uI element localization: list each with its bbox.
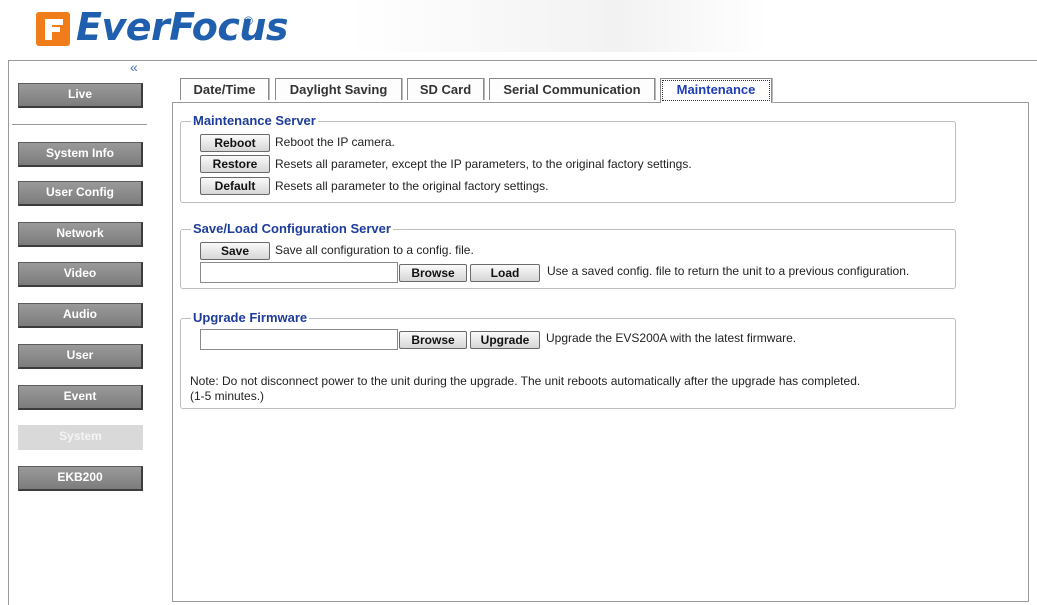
sidebar-item-user[interactable]: User <box>18 344 143 369</box>
default-description: Resets all parameter to the original fac… <box>275 179 549 193</box>
sidebar-item-network[interactable]: Network <box>18 222 143 247</box>
sidebar-item-ekb200[interactable]: EKB200 <box>18 466 143 491</box>
upgrade-description: Upgrade the EVS200A with the latest firm… <box>546 331 797 345</box>
load-config-button[interactable]: Load <box>470 264 540 282</box>
save-config-description: Save all configuration to a config. file… <box>275 243 474 257</box>
sidebar-item-event[interactable]: Event <box>18 385 143 410</box>
save-config-button[interactable]: Save <box>200 242 270 260</box>
frame-left-line <box>8 60 9 605</box>
sidebar-item-system[interactable]: System <box>18 425 143 450</box>
reboot-description: Reboot the IP camera. <box>275 135 395 149</box>
brand-name: EverFocus <box>76 5 289 49</box>
sidebar-divider <box>12 124 147 126</box>
upgrade-button[interactable]: Upgrade <box>470 331 540 349</box>
sidebar-item-system-info[interactable]: System Info <box>18 142 143 167</box>
upgrade-note-line2: (1-5 minutes.) <box>190 389 265 403</box>
config-browse-button[interactable]: Browse <box>399 264 467 282</box>
collapse-sidebar-icon[interactable]: « <box>130 60 144 74</box>
config-server-title: Save/Load Configuration Server <box>191 221 393 237</box>
tab-date-time[interactable]: Date/Time <box>180 78 269 100</box>
config-file-input[interactable] <box>200 262 398 283</box>
everfocus-logo-icon <box>36 12 70 46</box>
sidebar-item-video[interactable]: Video <box>18 262 143 287</box>
sidebar-item-audio[interactable]: Audio <box>18 303 143 328</box>
registered-mark: ® <box>244 14 253 28</box>
firmware-browse-button[interactable]: Browse <box>399 331 467 349</box>
sidebar-item-live[interactable]: Live <box>18 83 143 108</box>
restore-description: Resets all parameter, except the IP para… <box>275 157 692 171</box>
header-banner: EverFocus ® <box>8 0 768 52</box>
sidebar-item-user-config[interactable]: User Config <box>18 181 143 206</box>
tab-maintenance[interactable]: Maintenance <box>660 78 772 103</box>
tab-serial-communication[interactable]: Serial Communication <box>489 78 655 100</box>
reboot-button[interactable]: Reboot <box>200 134 270 152</box>
upgrade-firmware-title: Upgrade Firmware <box>191 310 310 326</box>
firmware-file-input[interactable] <box>200 329 398 350</box>
maintenance-server-title: Maintenance Server <box>191 113 318 129</box>
restore-button[interactable]: Restore <box>200 155 270 173</box>
load-config-description: Use a saved config. file to return the u… <box>547 264 910 278</box>
frame-top-line <box>8 60 1037 61</box>
upgrade-note-line1: Note: Do not disconnect power to the uni… <box>190 374 861 388</box>
tab-daylight-saving[interactable]: Daylight Saving <box>275 78 402 100</box>
default-button[interactable]: Default <box>200 177 270 195</box>
tab-sd-card[interactable]: SD Card <box>407 78 484 100</box>
